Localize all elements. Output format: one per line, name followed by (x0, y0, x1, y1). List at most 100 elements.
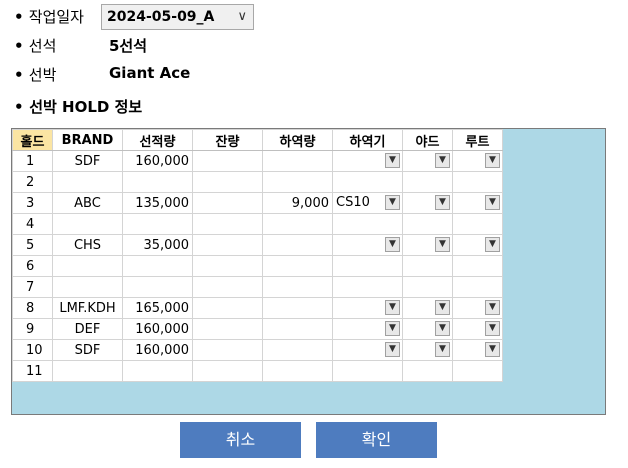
dropdown-arrow-icon[interactable]: ▼ (435, 237, 450, 252)
table-row[interactable]: 3 ABC 135,000 9,000 CS10 ▼ ▼ ▼ (12, 192, 503, 214)
cell-crane[interactable]: ▼ (332, 339, 403, 361)
cell-yard-combo[interactable]: ▼ (404, 299, 452, 318)
cell-crane[interactable] (332, 213, 403, 235)
cell-route[interactable] (452, 171, 503, 193)
table-row[interactable]: 5 CHS 35,000 ▼ ▼ ▼ (12, 234, 503, 256)
cell-brand[interactable]: SDF (52, 150, 123, 172)
cell-route-combo[interactable] (454, 215, 502, 234)
cell-yard[interactable] (402, 213, 453, 235)
col-header-loaded[interactable]: 선적량 (122, 129, 193, 151)
cell-loaded[interactable]: 160,000 (122, 150, 193, 172)
cell-remaining[interactable] (192, 360, 263, 382)
cell-loaded[interactable]: 160,000 (122, 318, 193, 340)
cell-remaining[interactable] (192, 150, 263, 172)
cell-route-combo[interactable] (454, 173, 502, 192)
dropdown-arrow-icon[interactable]: ▼ (485, 195, 500, 210)
table-row[interactable]: 11 (12, 360, 503, 382)
cell-yard-combo[interactable] (404, 215, 452, 234)
table-row[interactable]: 7 (12, 276, 503, 298)
cell-yard-combo[interactable]: ▼ (404, 320, 452, 339)
cell-yard-combo[interactable]: ▼ (404, 194, 452, 213)
cell-loaded[interactable] (122, 276, 193, 298)
cell-yard[interactable] (402, 171, 453, 193)
cell-route-combo[interactable]: ▼ (454, 299, 502, 318)
col-header-hold[interactable]: 홀드 (12, 129, 53, 151)
cell-route[interactable]: ▼ (452, 318, 503, 340)
cell-route[interactable] (452, 276, 503, 298)
cell-crane[interactable]: ▼ (332, 318, 403, 340)
cell-unloaded[interactable] (262, 234, 333, 256)
cell-yard[interactable]: ▼ (402, 234, 453, 256)
table-row[interactable]: 10 SDF 160,000 ▼ ▼ ▼ (12, 339, 503, 361)
cell-brand[interactable] (52, 213, 123, 235)
cell-loaded[interactable] (122, 171, 193, 193)
cell-crane-combo[interactable]: ▼ (334, 152, 402, 171)
cell-route[interactable] (452, 360, 503, 382)
dropdown-arrow-icon[interactable]: ▼ (435, 321, 450, 336)
col-header-unloaded[interactable]: 하역량 (262, 129, 333, 151)
cell-crane[interactable]: ▼ (332, 297, 403, 319)
cell-loaded[interactable] (122, 213, 193, 235)
cell-route[interactable]: ▼ (452, 234, 503, 256)
cell-remaining[interactable] (192, 192, 263, 214)
cell-yard-combo[interactable] (404, 278, 452, 297)
cell-loaded[interactable]: 160,000 (122, 339, 193, 361)
cell-loaded[interactable] (122, 360, 193, 382)
cell-crane-combo[interactable]: ▼ (334, 236, 402, 255)
cell-yard[interactable]: ▼ (402, 339, 453, 361)
cell-crane[interactable]: ▼ (332, 234, 403, 256)
col-header-yard[interactable]: 야드 (402, 129, 453, 151)
table-row[interactable]: 8 LMF.KDH 165,000 ▼ ▼ ▼ (12, 297, 503, 319)
dropdown-arrow-icon[interactable]: ▼ (385, 300, 400, 315)
cell-route-combo[interactable]: ▼ (454, 341, 502, 360)
cell-route-combo[interactable]: ▼ (454, 152, 502, 171)
cell-yard[interactable] (402, 276, 453, 298)
dropdown-arrow-icon[interactable]: ▼ (385, 237, 400, 252)
col-header-route[interactable]: 루트 (452, 129, 503, 151)
cell-unloaded[interactable] (262, 276, 333, 298)
cell-unloaded[interactable]: 9,000 (262, 192, 333, 214)
cell-crane[interactable] (332, 360, 403, 382)
dropdown-arrow-icon[interactable]: ▼ (435, 342, 450, 357)
cell-unloaded[interactable] (262, 213, 333, 235)
cell-yard-combo[interactable] (404, 173, 452, 192)
cell-loaded[interactable]: 135,000 (122, 192, 193, 214)
dropdown-arrow-icon[interactable]: ▼ (485, 321, 500, 336)
cell-crane-combo[interactable] (334, 362, 402, 381)
cell-unloaded[interactable] (262, 255, 333, 277)
cell-loaded[interactable] (122, 255, 193, 277)
cell-crane-combo[interactable]: CS10 ▼ (334, 194, 402, 213)
cell-unloaded[interactable] (262, 171, 333, 193)
cell-brand[interactable]: LMF.KDH (52, 297, 123, 319)
cell-crane-combo[interactable] (334, 278, 402, 297)
cell-remaining[interactable] (192, 318, 263, 340)
cell-unloaded[interactable] (262, 360, 333, 382)
cell-yard[interactable]: ▼ (402, 318, 453, 340)
dropdown-arrow-icon[interactable]: ▼ (385, 342, 400, 357)
dropdown-arrow-icon[interactable]: ▼ (385, 195, 400, 210)
cell-crane[interactable] (332, 171, 403, 193)
cell-route-combo[interactable] (454, 257, 502, 276)
cell-remaining[interactable] (192, 297, 263, 319)
cell-brand[interactable]: SDF (52, 339, 123, 361)
cell-brand[interactable]: DEF (52, 318, 123, 340)
cell-brand[interactable] (52, 276, 123, 298)
work-date-select[interactable]: 2024-05-09_A ∨ (101, 4, 254, 30)
col-header-remaining[interactable]: 잔량 (192, 129, 263, 151)
cell-unloaded[interactable] (262, 318, 333, 340)
cell-route-combo[interactable]: ▼ (454, 236, 502, 255)
table-row[interactable]: 1 SDF 160,000 ▼ ▼ ▼ (12, 150, 503, 172)
cell-yard[interactable]: ▼ (402, 192, 453, 214)
cell-remaining[interactable] (192, 171, 263, 193)
cell-brand[interactable] (52, 171, 123, 193)
cancel-button[interactable]: 취소 (180, 422, 301, 458)
cell-unloaded[interactable] (262, 297, 333, 319)
dropdown-arrow-icon[interactable]: ▼ (485, 237, 500, 252)
table-row[interactable]: 6 (12, 255, 503, 277)
cell-crane-combo[interactable] (334, 257, 402, 276)
col-header-crane[interactable]: 하역기 (332, 129, 403, 151)
cell-route[interactable]: ▼ (452, 297, 503, 319)
dropdown-arrow-icon[interactable]: ▼ (385, 321, 400, 336)
cell-yard-combo[interactable] (404, 257, 452, 276)
cell-yard-combo[interactable]: ▼ (404, 236, 452, 255)
